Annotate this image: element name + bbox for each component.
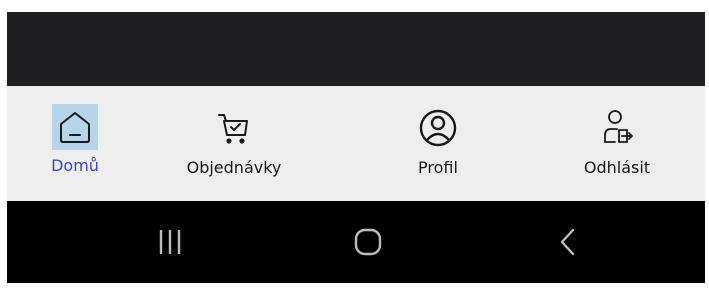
logout-icon <box>593 104 641 152</box>
home-icon <box>52 104 98 150</box>
system-navigation-bar <box>7 201 705 283</box>
cart-icon <box>210 104 258 152</box>
profile-icon <box>414 104 462 152</box>
recent-apps-button[interactable] <box>125 201 215 283</box>
nav-label-profile: Profil <box>418 158 458 177</box>
nav-label-orders: Objednávky <box>186 158 282 177</box>
nav-item-orders[interactable]: Objednávky <box>159 86 309 201</box>
system-home-button[interactable] <box>323 201 413 283</box>
back-button[interactable] <box>523 201 613 283</box>
nav-item-logout[interactable]: Odhlásit <box>567 86 667 201</box>
app-screen: Domů Objednávky Profil Odhlásit <box>0 0 709 291</box>
home-circle-icon <box>354 228 382 256</box>
nav-item-profile[interactable]: Profil <box>363 86 513 201</box>
nav-item-home[interactable]: Domů <box>45 86 105 201</box>
bottom-navigation: Domů Objednávky Profil Odhlásit <box>7 86 705 201</box>
nav-label-home: Domů <box>51 156 99 175</box>
nav-label-logout: Odhlásit <box>583 158 651 177</box>
recent-apps-icon <box>159 230 181 254</box>
back-icon <box>560 228 575 256</box>
status-bar-area <box>7 12 705 86</box>
